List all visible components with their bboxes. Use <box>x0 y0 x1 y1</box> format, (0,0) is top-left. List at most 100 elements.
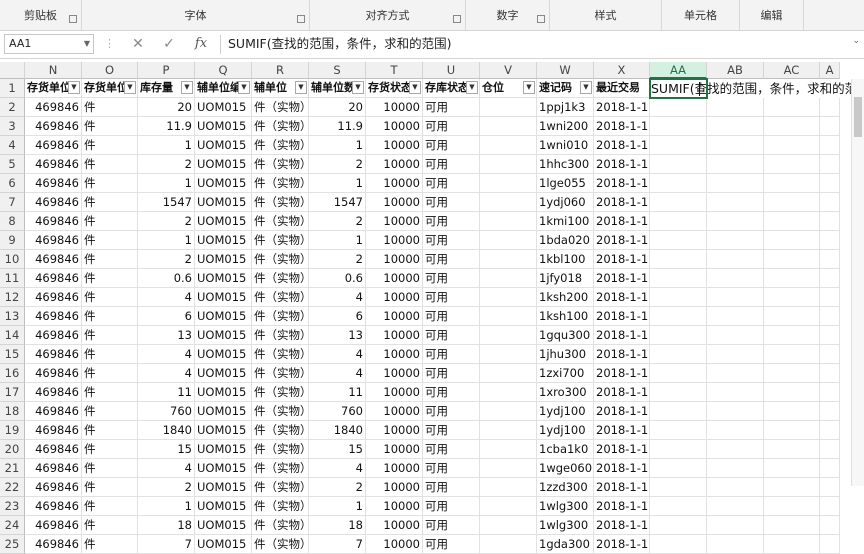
table-cell[interactable]: 可用 <box>423 269 480 288</box>
table-cell[interactable] <box>707 497 764 516</box>
table-cell[interactable]: 10000 <box>366 497 423 516</box>
table-cell[interactable]: 469846 <box>25 478 82 497</box>
table-cell[interactable]: 件（实物） <box>252 174 309 193</box>
header-cell[interactable]: 存货状态 ▼ <box>366 79 423 98</box>
table-cell[interactable] <box>820 497 840 516</box>
table-cell[interactable]: UOM015 <box>195 516 252 535</box>
expand-formula-bar-icon[interactable]: ⌄ <box>852 36 860 46</box>
row-header[interactable]: 4 <box>0 136 25 155</box>
table-cell[interactable]: 可用 <box>423 459 480 478</box>
table-cell[interactable]: 件（实物） <box>252 231 309 250</box>
table-cell[interactable]: 15 <box>138 440 195 459</box>
table-cell[interactable]: 469846 <box>25 421 82 440</box>
filter-dropdown-icon[interactable]: ▼ <box>181 81 193 94</box>
table-cell[interactable] <box>650 136 707 155</box>
column-header[interactable]: N <box>25 62 82 79</box>
table-cell[interactable] <box>764 174 820 193</box>
table-cell[interactable]: 2018-1-1 <box>594 383 650 402</box>
table-cell[interactable] <box>480 440 537 459</box>
table-cell[interactable]: UOM015 <box>195 383 252 402</box>
table-cell[interactable]: 469846 <box>25 98 82 117</box>
table-cell[interactable] <box>707 269 764 288</box>
table-cell[interactable]: UOM015 <box>195 288 252 307</box>
table-cell[interactable] <box>707 231 764 250</box>
table-cell[interactable] <box>820 478 840 497</box>
row-header[interactable]: 20 <box>0 440 25 459</box>
filter-dropdown-icon[interactable]: ▼ <box>580 81 592 94</box>
table-cell[interactable]: 1 <box>309 231 366 250</box>
table-cell[interactable] <box>764 231 820 250</box>
table-cell[interactable] <box>707 307 764 326</box>
table-cell[interactable] <box>820 421 840 440</box>
table-cell[interactable]: 0.6 <box>309 269 366 288</box>
table-cell[interactable]: 2018-1-1 <box>594 193 650 212</box>
column-header[interactable]: T <box>366 62 423 79</box>
table-cell[interactable] <box>707 174 764 193</box>
table-cell[interactable] <box>820 174 840 193</box>
table-cell[interactable] <box>480 459 537 478</box>
table-cell[interactable]: 件（实物） <box>252 269 309 288</box>
table-cell[interactable]: 18 <box>138 516 195 535</box>
table-cell[interactable]: 1ydj060 <box>537 193 594 212</box>
table-cell[interactable]: 可用 <box>423 516 480 535</box>
row-header[interactable]: 18 <box>0 402 25 421</box>
table-cell[interactable] <box>650 421 707 440</box>
table-cell[interactable]: 10000 <box>366 345 423 364</box>
table-cell[interactable] <box>820 440 840 459</box>
table-cell[interactable]: 469846 <box>25 402 82 421</box>
table-cell[interactable]: 2018-1-1 <box>594 212 650 231</box>
table-cell[interactable]: UOM015 <box>195 250 252 269</box>
header-cell[interactable]: 最近交易 <box>594 79 650 98</box>
table-cell[interactable]: 10000 <box>366 250 423 269</box>
table-cell[interactable]: 469846 <box>25 269 82 288</box>
table-cell[interactable]: 7 <box>138 535 195 554</box>
column-header[interactable]: R <box>252 62 309 79</box>
table-cell[interactable]: UOM015 <box>195 364 252 383</box>
table-cell[interactable]: 10000 <box>366 326 423 345</box>
table-cell[interactable]: 1jfy018 <box>537 269 594 288</box>
table-cell[interactable]: 760 <box>138 402 195 421</box>
table-cell[interactable]: 4 <box>138 364 195 383</box>
table-cell[interactable]: 10000 <box>366 117 423 136</box>
table-cell[interactable] <box>650 117 707 136</box>
filter-dropdown-icon[interactable]: ▼ <box>68 81 80 94</box>
table-cell[interactable] <box>480 497 537 516</box>
filter-dropdown-icon[interactable]: ▼ <box>124 81 136 94</box>
table-cell[interactable] <box>480 288 537 307</box>
table-cell[interactable] <box>764 326 820 345</box>
table-cell[interactable]: 10000 <box>366 269 423 288</box>
filter-dropdown-icon[interactable]: ▼ <box>523 81 535 94</box>
table-cell[interactable]: 10000 <box>366 98 423 117</box>
table-cell[interactable]: 1840 <box>138 421 195 440</box>
column-header[interactable]: U <box>423 62 480 79</box>
table-cell[interactable]: 2 <box>138 250 195 269</box>
table-cell[interactable]: 2018-1-1 <box>594 231 650 250</box>
table-cell[interactable]: 0.6 <box>138 269 195 288</box>
table-cell[interactable]: 1840 <box>309 421 366 440</box>
table-cell[interactable] <box>707 516 764 535</box>
table-cell[interactable] <box>707 345 764 364</box>
table-cell[interactable]: 2 <box>309 212 366 231</box>
table-cell[interactable] <box>764 440 820 459</box>
table-cell[interactable]: 可用 <box>423 155 480 174</box>
table-cell[interactable]: 可用 <box>423 307 480 326</box>
table-cell[interactable]: 1 <box>138 136 195 155</box>
table-cell[interactable]: 469846 <box>25 307 82 326</box>
table-cell[interactable]: 20 <box>309 98 366 117</box>
table-cell[interactable]: 2018-1-1 <box>594 174 650 193</box>
column-header[interactable]: P <box>138 62 195 79</box>
table-cell[interactable] <box>707 193 764 212</box>
row-header[interactable]: 25 <box>0 535 25 554</box>
table-cell[interactable]: 11 <box>138 383 195 402</box>
table-cell[interactable]: 1 <box>309 174 366 193</box>
table-cell[interactable] <box>480 98 537 117</box>
table-cell[interactable] <box>650 212 707 231</box>
cancel-icon[interactable]: ✕ <box>127 35 149 53</box>
table-cell[interactable] <box>820 459 840 478</box>
table-cell[interactable]: 1gda300 <box>537 535 594 554</box>
table-cell[interactable] <box>764 117 820 136</box>
table-cell[interactable]: 件 <box>82 250 138 269</box>
table-cell[interactable]: 469846 <box>25 288 82 307</box>
table-cell[interactable] <box>650 516 707 535</box>
table-cell[interactable] <box>820 535 840 554</box>
